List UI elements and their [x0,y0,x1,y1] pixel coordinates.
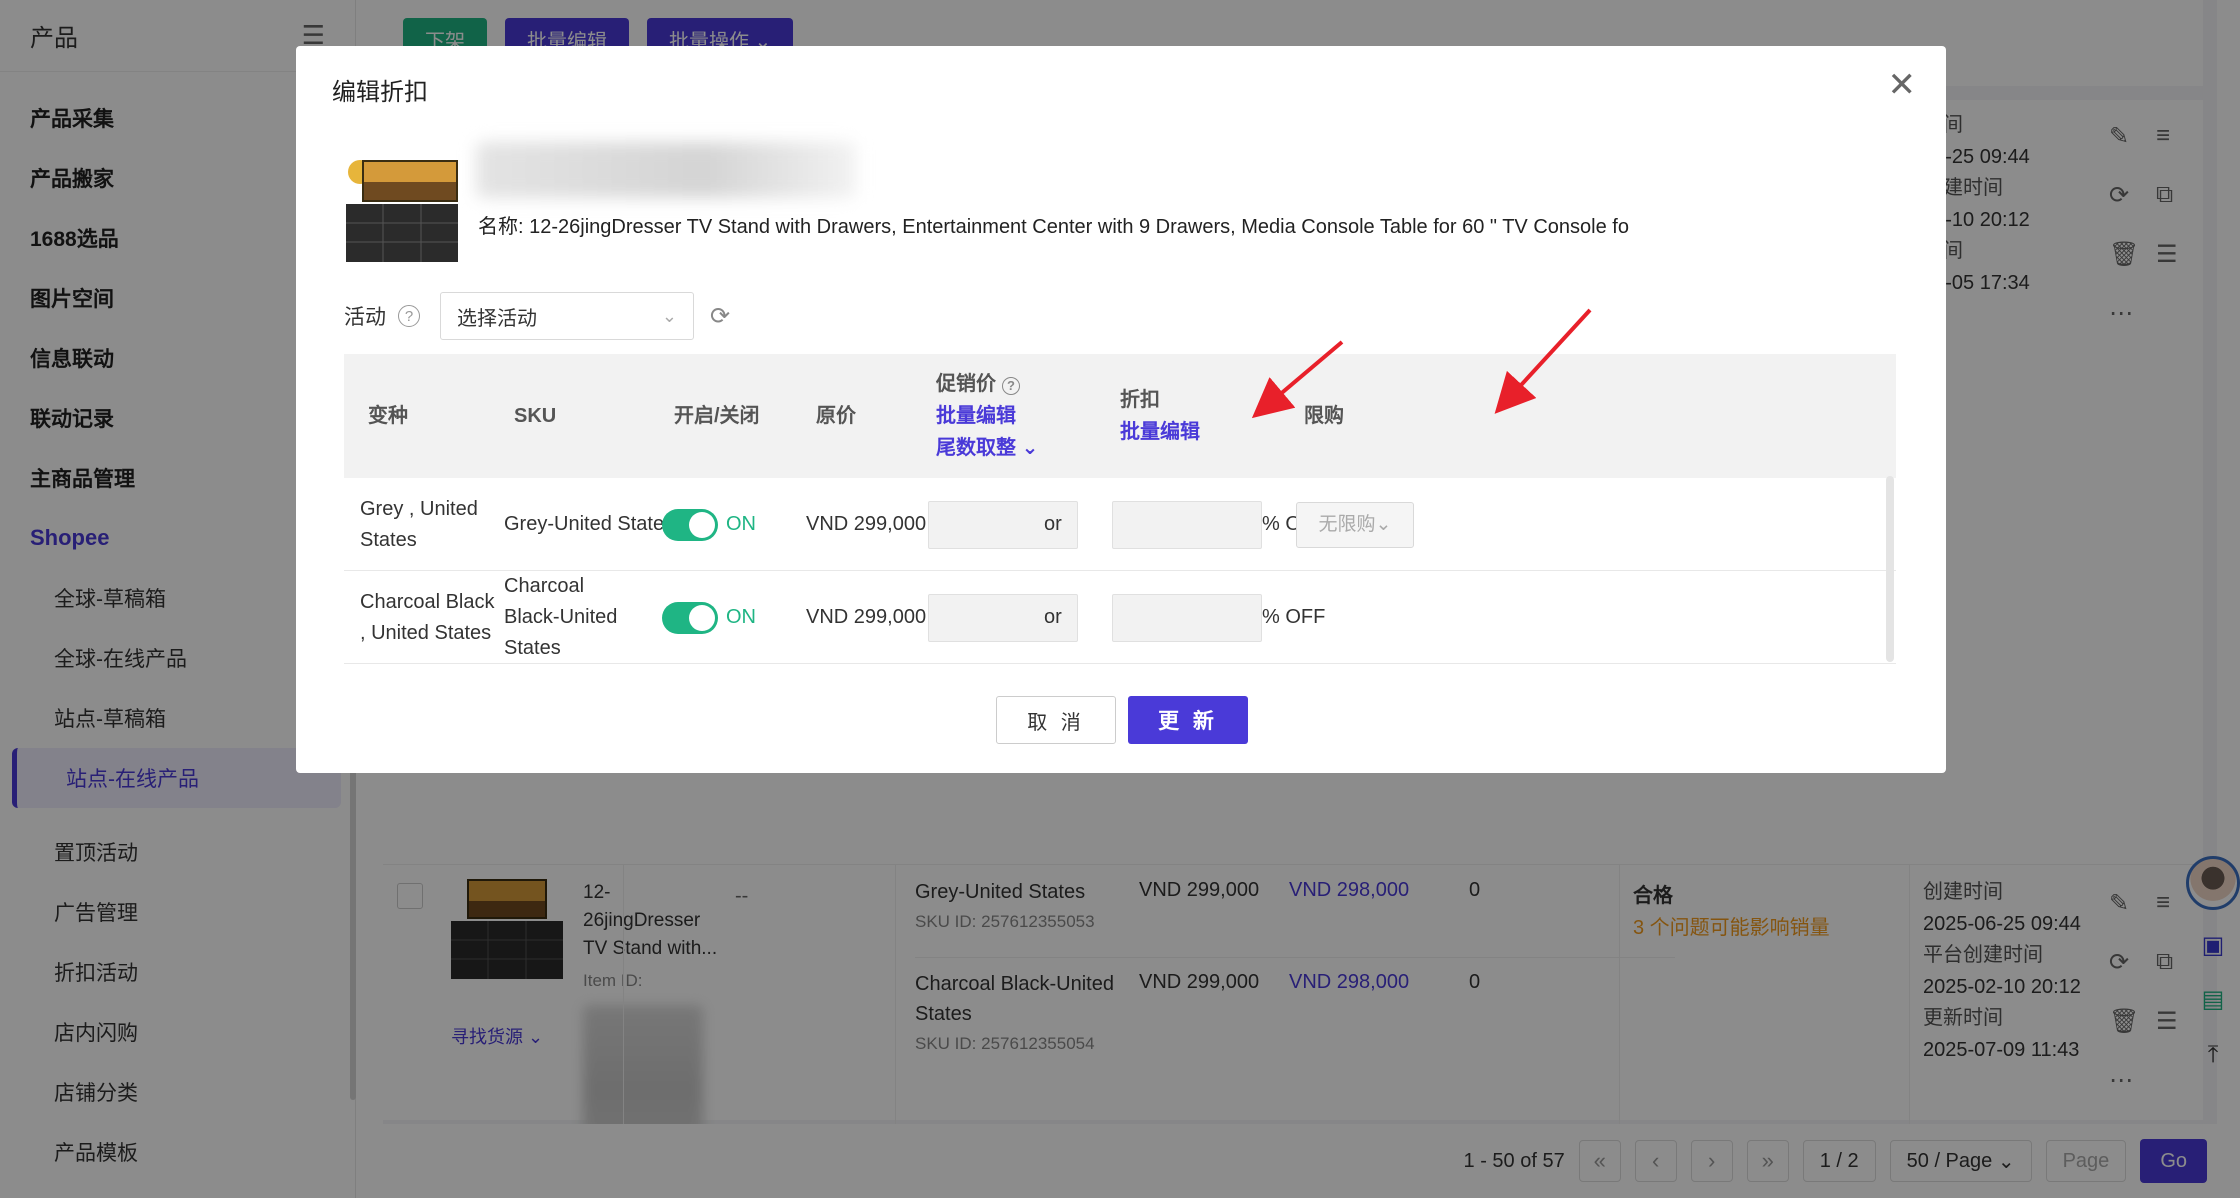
col-promo-price: 促销价? 批量编辑 尾数取整 ⌄ [936,354,1038,478]
close-icon[interactable]: ✕ [1888,68,1917,102]
product-name: 名称: 12-26jingDresser TV Stand with Drawe… [478,216,1629,238]
product-thumbnail [346,160,458,262]
chevron-down-icon: ⌄ [1021,437,1039,459]
limit-value: 无限购 [1318,514,1376,535]
discount-input-cell: % OFF [1112,478,1325,571]
variant-name: Charcoal Black , United States [360,590,495,644]
activity-select-value: 选择活动 [457,307,537,330]
col-discount: 折扣 批量编辑 [1120,354,1200,478]
off-label: % OFF [1262,606,1326,628]
chevron-down-icon: ⌄ [1375,514,1392,535]
col-toggle: 开启/关闭 [674,405,760,427]
activity-row: 活动 ? 选择活动 ⌄ ⟳ [344,292,730,340]
activity-label: 活动 [344,306,386,329]
blurred-store-name [476,142,856,198]
discount-table: 变种 SKU 开启/关闭 原价 促销价? 批量编辑 尾数取整 ⌄ 折扣 批量编辑… [344,354,1896,664]
table-header: 变种 SKU 开启/关闭 原价 促销价? 批量编辑 尾数取整 ⌄ 折扣 批量编辑… [344,354,1896,478]
enable-toggle[interactable] [662,601,718,634]
col-original-price: 原价 [816,405,856,427]
col-variant: 变种 [368,405,408,427]
modal-title: 编辑折扣 [332,79,428,106]
col-sku: SKU [514,405,557,427]
or-label: or [1044,513,1062,535]
sku-value: Grey-United States [504,513,675,535]
rounding-label: 尾数取整 [936,437,1016,459]
table-scrollbar[interactable] [1886,476,1894,662]
promo-batch-edit-link[interactable]: 批量编辑 [936,400,1038,432]
or-label: or [1044,606,1062,628]
col-limit: 限购 [1304,405,1344,427]
rounding-dropdown[interactable]: 尾数取整 ⌄ [936,432,1038,464]
promo-header: 促销价? [936,368,1038,400]
table-row: Grey , United States Grey-United States … [344,478,1896,571]
refresh-icon[interactable]: ⟳ [710,302,730,331]
discount-input[interactable] [1112,593,1262,642]
update-button[interactable]: 更 新 [1128,696,1248,744]
original-price: VND 299,000 [806,606,927,628]
original-price: VND 299,000 [806,513,927,535]
discount-input-cell: % OFF [1112,571,1325,664]
limit-select[interactable]: 无限购 ⌄ [1296,501,1414,548]
toggle-label: ON [726,513,756,535]
toggle-cell: ON [662,478,756,571]
discount-label: 折扣 [1120,389,1160,411]
limit-cell: 无限购 ⌄ [1296,478,1414,571]
discount-input[interactable] [1112,500,1262,549]
activity-select[interactable]: 选择活动 ⌄ [440,292,694,340]
help-icon[interactable]: ? [398,305,420,327]
promo-label: 促销价 [936,373,996,395]
cancel-button[interactable]: 取 消 [996,696,1116,744]
toggle-cell: ON [662,571,756,664]
enable-toggle[interactable] [662,508,718,541]
table-row: Charcoal Black , United States Charcoal … [344,571,1896,664]
chevron-down-icon: ⌄ [661,305,677,326]
discount-batch-edit-link[interactable]: 批量编辑 [1120,416,1200,448]
help-icon[interactable]: ? [1002,377,1020,395]
variant-name: Grey , United States [360,497,478,551]
toggle-label: ON [726,606,756,628]
sku-value: Charcoal Black-United States [504,575,618,659]
edit-discount-modal: 编辑折扣 ✕ 名称: 12-26jingDresser TV Stand wit… [296,46,1946,773]
